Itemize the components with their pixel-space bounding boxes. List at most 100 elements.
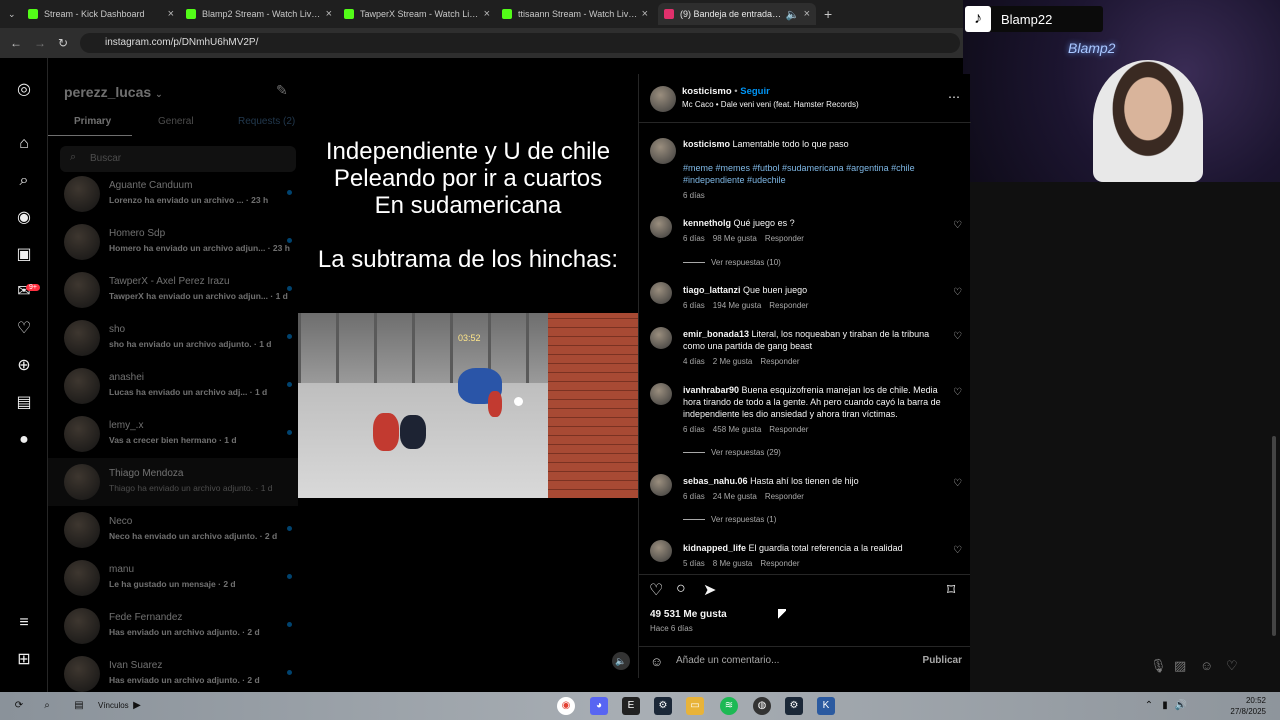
heart-icon[interactable]: ♡	[1226, 658, 1238, 674]
create-icon[interactable]: ⊕	[14, 356, 34, 376]
reply-button[interactable]: Responder	[760, 559, 799, 568]
tab-primary[interactable]: Primary	[74, 116, 111, 127]
like-comment-icon[interactable]: ♡	[953, 220, 962, 231]
new-tab-button[interactable]: +	[818, 3, 842, 25]
avatar[interactable]	[650, 540, 672, 562]
mute-icon[interactable]: 🔈	[612, 652, 630, 670]
back-icon[interactable]: ←	[10, 36, 22, 50]
task-view-icon[interactable]: ▤	[70, 697, 88, 715]
post-author[interactable]: kosticismo	[682, 86, 732, 97]
chat-item[interactable]: manu Le ha gustado un mensaje · 2 d	[48, 554, 298, 602]
tab-blamp2-stream[interactable]: Blamp2 Stream - Watch Live on ×	[180, 3, 338, 25]
chat-item[interactable]: lemy_.x Vas a crecer bien hermano · 1 d	[48, 410, 298, 458]
hashtags[interactable]: #meme #memes #futbol #sudamericana #arge…	[683, 162, 941, 186]
comment-input[interactable]: Añade un comentario...	[676, 655, 779, 666]
tab-tawperx-stream[interactable]: TawperX Stream - Watch Live on ×	[338, 3, 496, 25]
chat-item[interactable]: anashei Lucas ha enviado un archivo adj..…	[48, 362, 298, 410]
threads-icon[interactable]: ⊞	[14, 650, 34, 670]
media-icon[interactable]: ▶	[128, 697, 146, 715]
post-video[interactable]: 03:52	[298, 313, 638, 498]
reply-button[interactable]: Responder	[765, 234, 804, 243]
follow-button[interactable]: Seguir	[740, 86, 770, 97]
comment-icon[interactable]: ○	[676, 580, 686, 598]
profile-avatar-icon[interactable]: ●	[14, 430, 34, 450]
chrome-icon[interactable]: ◉	[557, 697, 575, 715]
tab-general[interactable]: General	[158, 116, 194, 127]
microphone-icon[interactable]: 🎙	[1150, 658, 1167, 674]
reels-icon[interactable]: ▣	[14, 245, 34, 265]
emoji-icon[interactable]: ☺	[650, 654, 663, 669]
steam-icon[interactable]: ⚙	[785, 697, 803, 715]
avatar[interactable]	[650, 327, 672, 349]
forward-icon[interactable]: →	[34, 36, 46, 50]
epic-games-icon[interactable]: E	[622, 697, 640, 715]
menu-icon[interactable]: ≡	[14, 613, 34, 633]
search-icon[interactable]: ⌕	[38, 697, 56, 715]
clock[interactable]: 20:52 27/8/2025	[1230, 695, 1266, 717]
chat-item[interactable]: Fede Fernandez Has enviado un archivo adj…	[48, 602, 298, 650]
save-icon[interactable]: ⌑	[947, 580, 955, 600]
steam-icon[interactable]: ⚙	[654, 697, 672, 715]
like-comment-icon[interactable]: ♡	[953, 478, 962, 489]
links-toolbar[interactable]: Vínculos	[98, 701, 129, 710]
explore-icon[interactable]: ◉	[14, 208, 34, 228]
search-icon[interactable]: ⌕	[14, 171, 34, 191]
like-count[interactable]: 49 531 Me gusta	[650, 609, 727, 620]
tab-requests[interactable]: Requests (2)	[238, 116, 295, 127]
avatar[interactable]	[650, 383, 672, 405]
reload-icon[interactable]: ↻	[58, 36, 68, 50]
view-replies-button[interactable]: Ver respuestas (29)	[683, 448, 781, 457]
heart-icon[interactable]: ♡	[14, 319, 34, 339]
avatar[interactable]	[650, 216, 672, 238]
tab-search-icon[interactable]: ⌄	[2, 3, 22, 25]
chat-item[interactable]: Neco Neco ha enviado un archivo adjunto. …	[48, 506, 298, 554]
reply-button[interactable]: Responder	[769, 301, 808, 310]
like-comment-icon[interactable]: ♡	[953, 387, 962, 398]
compose-icon[interactable]: ✎	[276, 82, 288, 99]
discord-icon[interactable]: ◕	[590, 697, 608, 715]
chat-item[interactable]: sho sho ha enviado un archivo adjunto. · …	[48, 314, 298, 362]
reply-button[interactable]: Responder	[769, 425, 808, 434]
file-explorer-icon[interactable]: ▭	[686, 697, 704, 715]
view-replies-button[interactable]: Ver respuestas (1)	[683, 515, 776, 524]
publish-button[interactable]: Publicar	[923, 655, 962, 666]
view-replies-button[interactable]: Ver respuestas (10)	[683, 258, 781, 267]
chat-item[interactable]: Homero Sdp Homero ha enviado un archivo a…	[48, 218, 298, 266]
like-icon[interactable]: ♡	[649, 580, 663, 600]
close-tab-icon[interactable]: ×	[642, 8, 648, 20]
reply-button[interactable]: Responder	[765, 492, 804, 501]
avatar[interactable]	[650, 138, 676, 164]
tab-kick-dashboard[interactable]: Stream - Kick Dashboard ×	[22, 3, 180, 25]
account-switcher[interactable]: perezz_lucas ⌄	[64, 84, 163, 100]
chat-item-selected[interactable]: Thiago Mendoza Thiago ha enviado un archi…	[48, 458, 298, 506]
avatar[interactable]	[650, 86, 676, 112]
chat-item[interactable]: TawperX - Axel Perez Irazu TawperX ha env…	[48, 266, 298, 314]
tab-instagram-inbox[interactable]: (9) Bandeja de entrada • Ch 🔈 ×	[658, 3, 816, 25]
like-comment-icon[interactable]: ♡	[953, 331, 962, 342]
mute-tab-icon[interactable]: 🔈	[786, 8, 800, 21]
dashboard-icon[interactable]: ▤	[14, 393, 34, 413]
tab-ttisaann-stream[interactable]: ttisaann Stream - Watch Live on ×	[496, 3, 654, 25]
kick-app-icon[interactable]: K	[817, 697, 835, 715]
close-tab-icon[interactable]: ×	[168, 8, 174, 20]
start-icon[interactable]: ⟳	[10, 697, 28, 715]
obs-icon[interactable]: ◍	[753, 697, 771, 715]
chat-item[interactable]: Aguante Canduum Lorenzo ha enviado un arc…	[48, 170, 298, 218]
close-tab-icon[interactable]: ×	[804, 8, 810, 20]
sticker-icon[interactable]: ☺	[1200, 658, 1213, 673]
search-input[interactable]: Buscar	[60, 146, 296, 172]
avatar[interactable]	[650, 474, 672, 496]
image-icon[interactable]: ▨	[1174, 658, 1186, 674]
audio-track[interactable]: Mc Caco • Dale veni veni (feat. Hamster …	[682, 100, 859, 109]
avatar[interactable]	[650, 282, 672, 304]
chat-item[interactable]: Ivan Suarez Has enviado un archivo adjunt…	[48, 650, 298, 698]
close-tab-icon[interactable]: ×	[326, 8, 332, 20]
home-icon[interactable]: ⌂	[14, 134, 34, 154]
like-comment-icon[interactable]: ♡	[953, 545, 962, 556]
like-comment-icon[interactable]: ♡	[953, 287, 962, 298]
url-field[interactable]: instagram.com/p/DNmhU6hMV2P/	[80, 33, 960, 53]
close-tab-icon[interactable]: ×	[484, 8, 490, 20]
instagram-logo-icon[interactable]: ◎	[14, 80, 34, 100]
more-options-icon[interactable]: ⋯	[948, 90, 960, 104]
reply-button[interactable]: Responder	[760, 357, 799, 366]
